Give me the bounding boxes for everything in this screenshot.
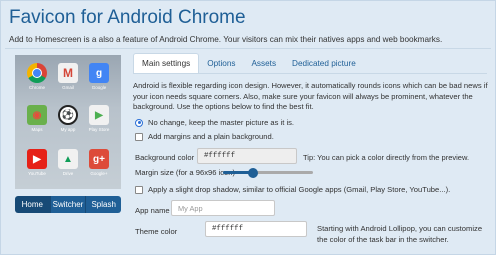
tab-options[interactable]: Options [199, 53, 243, 73]
theme-color-help: Starting with Android Lollipop, you can … [317, 224, 483, 244]
app-label: My app [60, 127, 76, 132]
chrome-icon [27, 63, 47, 83]
app-play-store: ▶ Play Store [85, 105, 113, 132]
tab-underline [133, 73, 487, 74]
app-my-app: ⚽ My app [54, 105, 82, 132]
page-frame: Favicon for Android Chrome Add to Homesc… [0, 0, 496, 255]
tab-assets[interactable]: Assets [243, 53, 284, 73]
gmail-icon: M [58, 63, 78, 83]
app-google: g Google [85, 63, 113, 90]
app-google-plus: g+ Google+ [85, 149, 113, 176]
tab-dedicated-picture[interactable]: Dedicated picture [284, 53, 364, 73]
tab-main-settings[interactable]: Main settings [133, 53, 200, 73]
app-name-input[interactable]: My App [171, 200, 275, 216]
bg-color-tip: Tip: You can pick a color directly from … [303, 153, 470, 162]
app-label: Google [91, 85, 107, 90]
phone-preview: Chrome M Gmail g Google ◉ Maps ⚽ My app … [15, 55, 121, 189]
app-drive: ▲ Drive [54, 149, 82, 176]
app-name-label: App name [135, 206, 170, 215]
play-store-icon: ▶ [89, 105, 109, 125]
app-label: Maps [31, 127, 43, 132]
margin-slider-knob[interactable] [247, 167, 258, 178]
checkbox-drop-shadow[interactable] [135, 185, 143, 194]
app-label: Gmail [62, 85, 74, 90]
app-label: YouTube [28, 171, 46, 176]
youtube-icon: ▶ [27, 149, 47, 169]
settings-tabs: Main settings Options Assets Dedicated p… [133, 53, 364, 73]
settings-description: Android is flexible regarding icon desig… [133, 81, 488, 111]
header-divider [5, 48, 491, 49]
option-add-margins[interactable]: Add margins and a plain background. [135, 132, 274, 141]
app-maps: ◉ Maps [23, 105, 51, 132]
page-subtitle: Add to Homescreen is a also a feature of… [9, 35, 443, 44]
app-youtube: ▶ YouTube [23, 149, 51, 176]
bg-color-input[interactable]: #ffffff [197, 148, 297, 164]
app-label: Google+ [90, 171, 108, 176]
my-app-icon: ⚽ [58, 105, 78, 125]
drive-icon: ▲ [58, 149, 78, 169]
radio-no-change[interactable] [135, 118, 143, 127]
preview-mode-switch: Home Switcher Splash [15, 196, 121, 213]
add-margins-label: Add margins and a plain background. [148, 132, 274, 141]
option-drop-shadow[interactable]: Apply a slight drop shadow, similar to o… [135, 185, 450, 194]
bg-color-label: Background color [135, 153, 195, 162]
app-label: Chrome [28, 85, 45, 90]
google-icon: g [89, 63, 109, 83]
theme-color-label: Theme color [135, 227, 178, 236]
radio-no-change-label: No change, keep the master picture as it… [148, 118, 295, 127]
theme-color-input[interactable]: #ffffff [205, 221, 307, 237]
google-plus-icon: g+ [89, 149, 109, 169]
margin-size-label: Margin size (for a 96x96 icon) [135, 168, 236, 177]
segment-switcher[interactable]: Switcher [50, 196, 87, 213]
margin-size-slider[interactable] [223, 167, 313, 178]
segment-home[interactable]: Home [15, 196, 51, 213]
drop-shadow-label: Apply a slight drop shadow, similar to o… [148, 185, 451, 194]
checkbox-add-margins[interactable] [135, 132, 143, 141]
app-chrome: Chrome [23, 63, 51, 90]
option-no-change[interactable]: No change, keep the master picture as it… [135, 118, 294, 127]
app-label: Play Store [88, 127, 110, 132]
app-label: Drive [62, 171, 74, 176]
segment-splash[interactable]: Splash [86, 196, 121, 213]
app-gmail: M Gmail [54, 63, 82, 90]
maps-icon: ◉ [27, 105, 47, 125]
page-title: Favicon for Android Chrome [9, 7, 246, 28]
